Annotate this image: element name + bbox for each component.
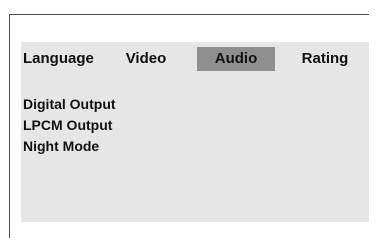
menu-item-lpcm-output[interactable]: LPCM Output	[23, 115, 116, 136]
tab-video[interactable]: Video	[117, 47, 175, 71]
setup-menu-panel: Language Video Audio Rating Digital Outp…	[21, 42, 369, 222]
tab-language[interactable]: Language	[21, 47, 123, 71]
tab-audio[interactable]: Audio	[197, 47, 275, 71]
menu-item-night-mode[interactable]: Night Mode	[23, 136, 116, 157]
tab-bar: Language Video Audio Rating	[21, 47, 369, 73]
menu-item-digital-output[interactable]: Digital Output	[23, 94, 116, 115]
tab-rating[interactable]: Rating	[285, 47, 365, 71]
audio-settings-list: Digital Output LPCM Output Night Mode	[23, 94, 116, 157]
